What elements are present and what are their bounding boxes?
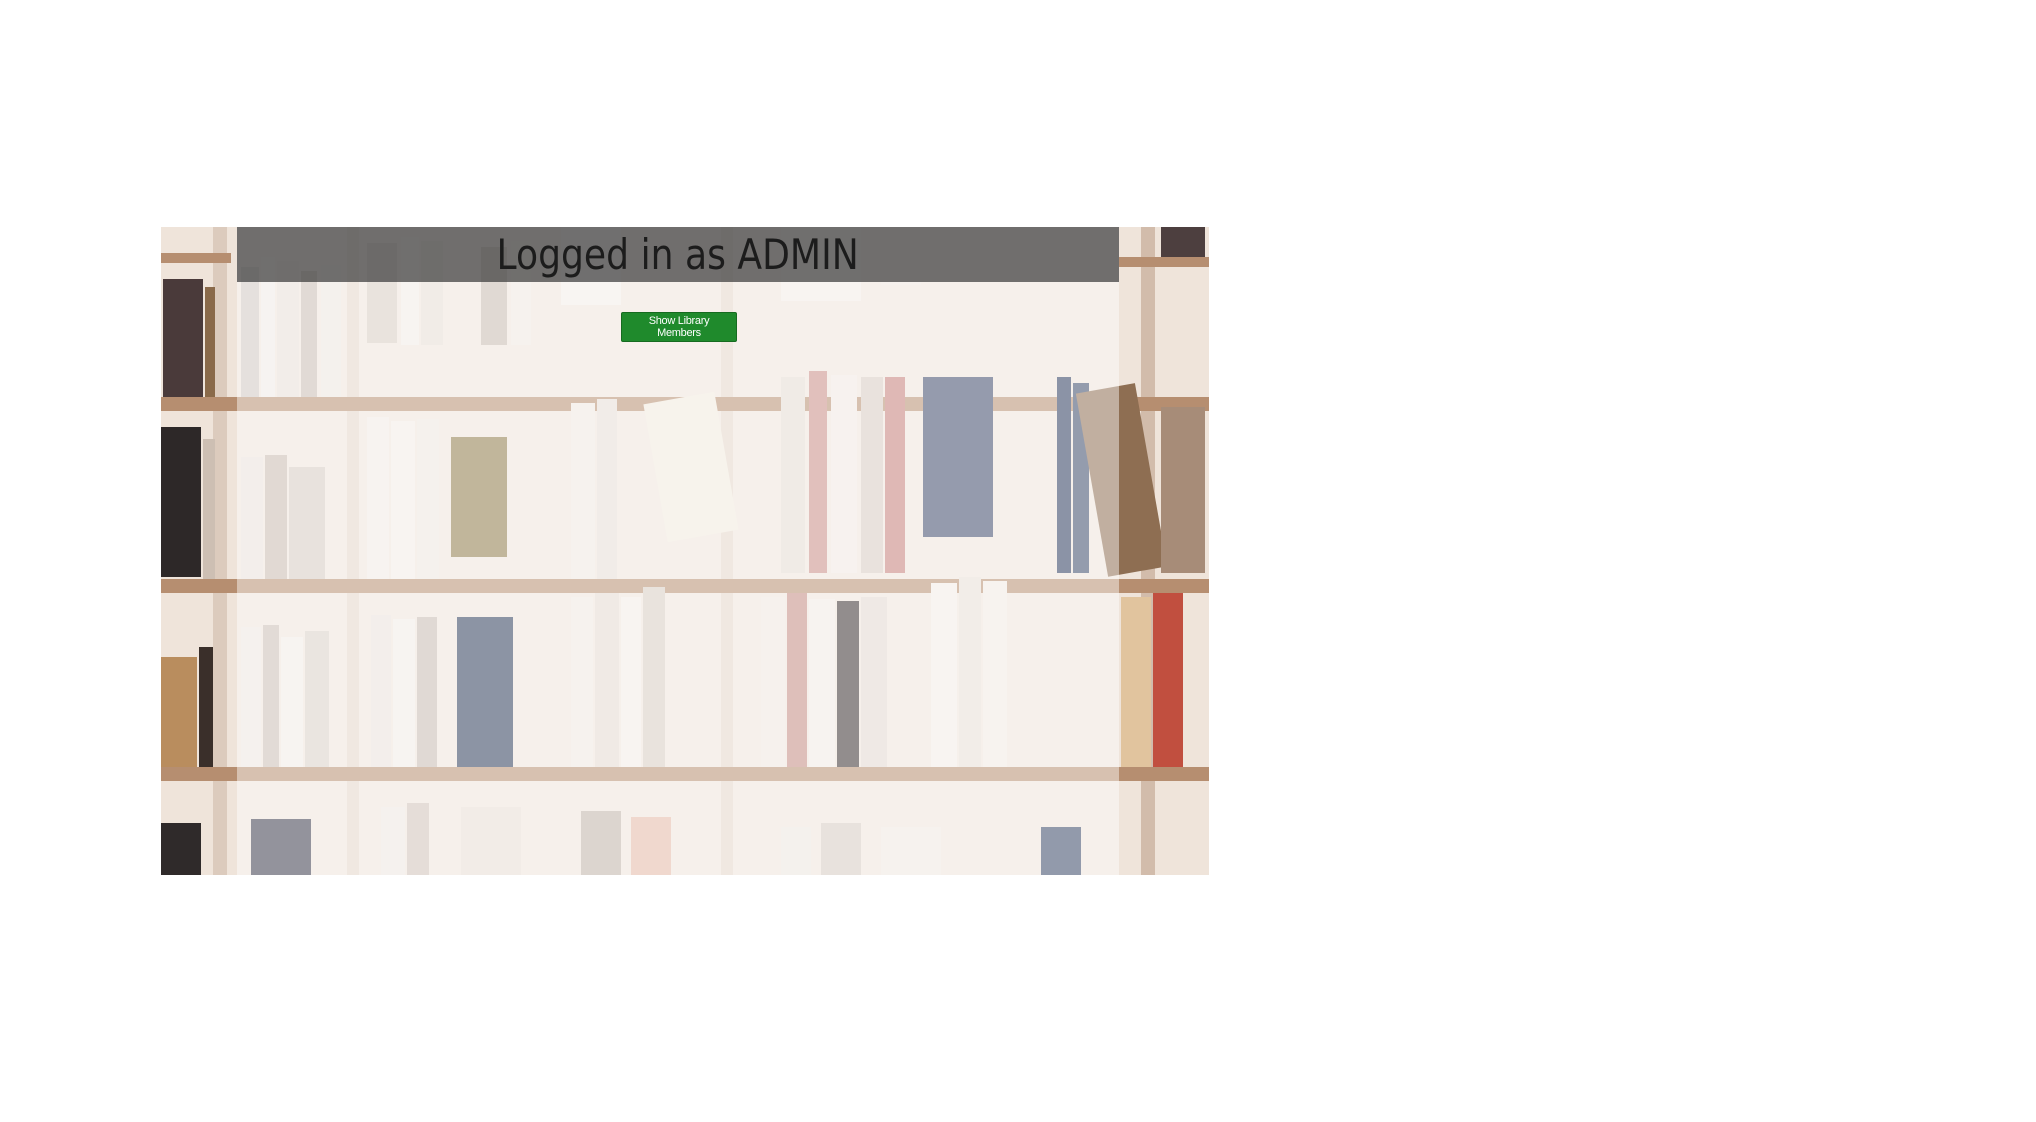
show-library-members-button[interactable]: Show Library Members [621, 312, 737, 342]
page-container: Logged in as ADMIN Show Library Members [161, 227, 1209, 875]
page-title: Logged in as ADMIN [496, 230, 860, 279]
header-bar: Logged in as ADMIN [237, 227, 1119, 282]
